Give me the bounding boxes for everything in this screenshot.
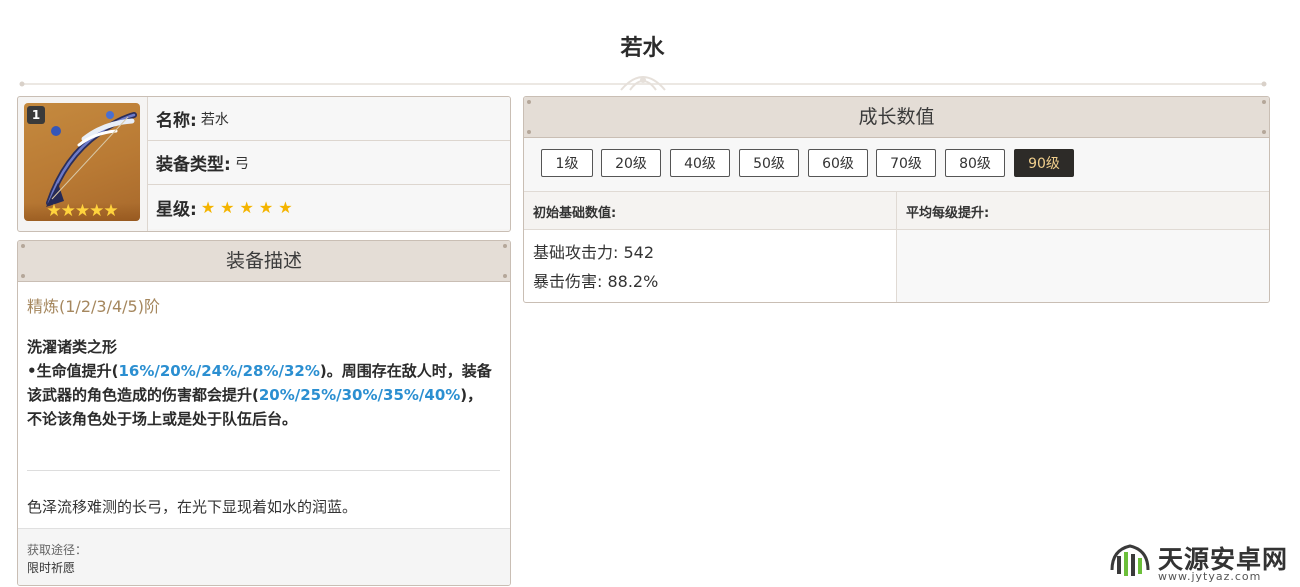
growth-header: 成长数值 <box>524 97 1269 138</box>
watermark: 天源安卓网 www.jytyaz.com <box>1108 538 1298 584</box>
source-value: 限时祈愿 <box>27 561 76 575</box>
watermark-logo-icon <box>1110 544 1150 576</box>
weapon-info-card: 1 ★★★★★ 名称: 若水 装备类型: 弓 星级: ★★★★★ <box>17 96 511 232</box>
level-button-60[interactable]: 60级 <box>808 149 868 177</box>
source-box: 获取途径： 限时祈愿 <box>18 528 510 585</box>
refinement-label: 精炼(1/2/3/4/5)阶 <box>27 297 160 316</box>
base-atk-value: 基础攻击力: 542 <box>533 243 655 262</box>
name-value: 若水 <box>200 111 229 128</box>
info-row-rarity: 星级: ★★★★★ <box>148 185 510 229</box>
crit-dmg-value: 暴击伤害: 88.2% <box>533 272 659 291</box>
growth-stats-card: 成长数值 1级 20级 40级 50级 60级 70级 80级 90级 初始基础… <box>523 96 1270 303</box>
skill-text-part: •生命值提升( <box>27 362 119 380</box>
flavor-text: 色泽流移难测的长弓，在光下显现着如水的润蓝。 <box>27 498 358 516</box>
level-button-40[interactable]: 40级 <box>670 149 730 177</box>
type-label: 装备类型: <box>156 155 231 175</box>
page-title: 若水 <box>620 36 665 61</box>
rarity-label: 星级: <box>156 199 197 220</box>
description-card: 装备描述 精炼(1/2/3/4/5)阶 洗濯诸类之形 •生命值提升(16%/20… <box>17 240 511 586</box>
ornament-divider <box>19 76 1267 91</box>
description-header: 装备描述 <box>18 241 510 282</box>
source-label: 获取途径： <box>27 543 88 557</box>
level-button-20[interactable]: 20级 <box>601 149 661 177</box>
skill-description: •生命值提升(16%/20%/24%/28%/32%)。周围存在敌人时，装备该武… <box>27 359 495 431</box>
weapon-image: 1 ★★★★★ <box>24 103 140 221</box>
skill-value-hp: 16%/20%/24%/28%/32% <box>118 362 320 380</box>
skill-value-dmg: 20%/25%/30%/35%/40% <box>258 386 461 404</box>
info-row-type: 装备类型: 弓 <box>148 141 510 185</box>
level-button-70[interactable]: 70级 <box>876 149 936 177</box>
level-button-1[interactable]: 1级 <box>541 149 593 177</box>
weapon-level-badge: 1 <box>27 106 45 124</box>
type-value: 弓 <box>234 155 249 172</box>
growth-header-title: 成长数值 <box>858 106 935 128</box>
info-row-name: 名称: 若水 <box>148 97 510 141</box>
description-header-title: 装备描述 <box>225 250 302 272</box>
weapon-rarity-stars: ★★★★★ <box>24 203 140 221</box>
name-label: 名称: <box>156 111 197 131</box>
level-button-90[interactable]: 90级 <box>1014 149 1074 177</box>
skill-name: 洗濯诸类之形 <box>27 338 118 356</box>
level-button-80[interactable]: 80级 <box>945 149 1005 177</box>
star-rating: ★★★★★ <box>200 197 298 217</box>
level-selector: 1级 20级 40级 50级 60级 70级 80级 90级 <box>524 138 1269 192</box>
level-button-50[interactable]: 50级 <box>739 149 799 177</box>
avg-growth-cell <box>897 230 1269 302</box>
avg-growth-header: 平均每级提升: <box>906 206 990 221</box>
base-stats-header: 初始基础数值: <box>533 206 617 221</box>
watermark-url: www.jytyaz.com <box>1158 570 1262 583</box>
